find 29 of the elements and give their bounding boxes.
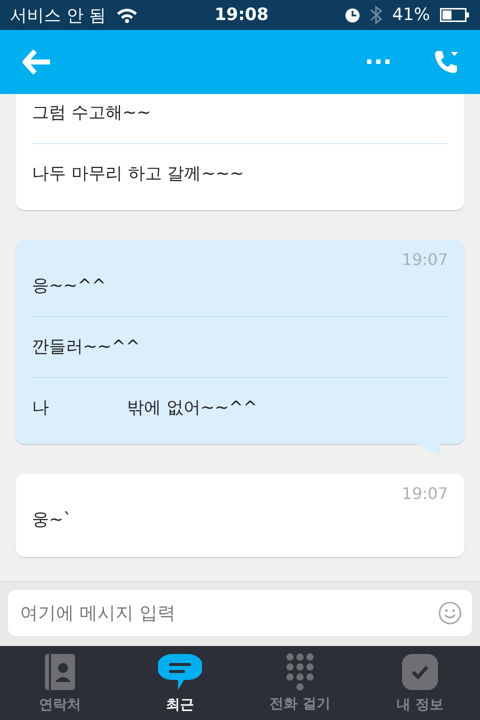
message-text: 응~~^^: [32, 275, 106, 298]
back-button[interactable]: [22, 49, 52, 75]
clock-time: 19:08: [214, 5, 269, 25]
contact-book-icon: [45, 652, 75, 692]
message-text: 웅~`: [32, 509, 72, 532]
carrier-text: 서비스 안 됨: [10, 4, 106, 26]
message-time: 19:07: [400, 484, 448, 504]
battery-icon: [440, 8, 470, 22]
battery-percent: 41%: [392, 5, 430, 25]
tab-bar-item[interactable]: 연락처: [0, 646, 120, 720]
message-text: 나두 마무리 하고 갈께~~~: [32, 163, 244, 186]
tab-bar-item[interactable]: 최근: [120, 646, 240, 720]
message-text: 나: [32, 397, 49, 420]
more-button[interactable]: ...: [364, 42, 392, 70]
tab-bar-item[interactable]: 전화 걸기: [240, 646, 360, 720]
dialpad-icon: [286, 653, 314, 691]
tab-bar-item[interactable]: 내 정보: [360, 646, 480, 720]
message-text: 그럼 수고해~~: [32, 102, 151, 124]
bluetooth-icon: [370, 5, 382, 25]
check-badge-icon: [400, 652, 440, 692]
alarm-clock-icon: [345, 8, 360, 22]
message-text: 밖에 없어~~^^: [127, 397, 258, 420]
message-time: 19:07: [400, 250, 448, 270]
message-text: 깐들러~~^^: [32, 336, 140, 358]
message-input-field[interactable]: 여기에 메시지 입력: [8, 590, 472, 636]
chat-bubble-icon: [158, 652, 202, 692]
call-button[interactable]: [432, 48, 460, 76]
smiley-icon[interactable]: [438, 601, 462, 625]
wifi-icon: [116, 7, 138, 23]
